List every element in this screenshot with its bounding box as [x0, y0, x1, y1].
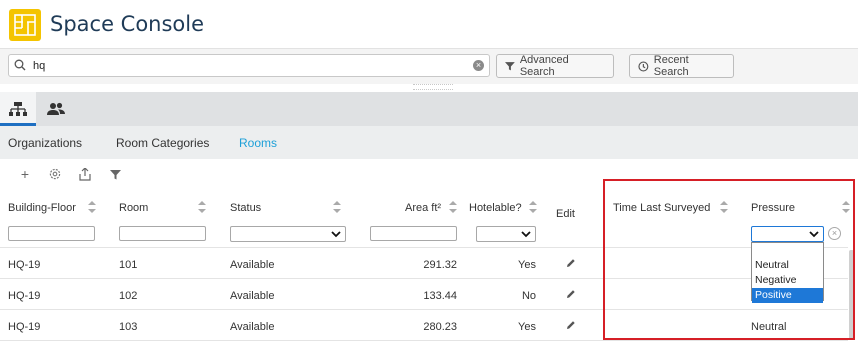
resize-grip[interactable] [413, 84, 453, 90]
cell-building-floor: HQ-19 [8, 290, 41, 302]
col-hotelable[interactable]: Hotelable? [469, 202, 522, 214]
recent-search-button[interactable]: Recent Search [629, 54, 734, 78]
tab-people[interactable] [38, 92, 74, 126]
cell-area: 133.44 [423, 290, 457, 302]
hierarchy-icon [9, 102, 27, 116]
tab-hierarchy[interactable] [0, 92, 36, 126]
filter-room-input[interactable] [119, 226, 206, 241]
cell-room: 103 [119, 321, 138, 333]
nav-organizations[interactable]: Organizations [8, 136, 82, 150]
cell-building-floor: HQ-19 [8, 259, 41, 271]
app-title: Space Console [50, 12, 205, 36]
search-bar: × Advanced Search Recent Search [0, 48, 858, 84]
sort-icon[interactable] [333, 201, 341, 213]
filter-area-input[interactable] [370, 226, 457, 241]
add-icon[interactable]: + [17, 166, 33, 182]
cell-building-floor: HQ-19 [8, 321, 41, 333]
filter-icon [505, 62, 515, 71]
tab-bar [0, 92, 858, 126]
cell-status: Available [230, 259, 275, 271]
col-status[interactable]: Status [230, 202, 261, 214]
advanced-search-label: Advanced Search [519, 54, 569, 78]
cell-area: 280.23 [423, 321, 457, 333]
filter-icon[interactable] [107, 166, 123, 182]
chevron-down-icon [331, 231, 341, 238]
filter-status-select[interactable] [230, 226, 346, 242]
filter-hotelable-select[interactable] [476, 226, 536, 242]
nav-rooms[interactable]: Rooms [239, 136, 277, 150]
row-divider [0, 340, 848, 341]
col-building-floor[interactable]: Building-Floor [8, 202, 76, 214]
col-edit: Edit [556, 208, 575, 220]
recent-search-label: Recent Search [653, 54, 689, 78]
sort-icon[interactable] [198, 201, 206, 213]
search-box: × [8, 54, 490, 77]
cell-room: 101 [119, 259, 138, 271]
people-icon [47, 102, 65, 115]
cell-hotelable: No [521, 290, 536, 302]
highlight-box [603, 179, 855, 340]
sort-icon[interactable] [88, 201, 96, 213]
col-area[interactable]: Area ft² [405, 202, 441, 214]
cell-status: Available [230, 321, 275, 333]
app-header: Space Console [0, 0, 858, 48]
clear-search-icon[interactable]: × [473, 60, 484, 71]
sort-icon[interactable] [449, 201, 457, 213]
clock-icon [638, 61, 649, 71]
export-icon[interactable] [77, 166, 93, 182]
nav-room-categories[interactable]: Room Categories [116, 136, 209, 150]
cell-hotelable: Yes [518, 321, 536, 333]
chevron-down-icon [521, 231, 531, 238]
edit-pencil-icon[interactable] [566, 258, 576, 268]
filter-building-floor-input[interactable] [8, 226, 95, 241]
sort-icon[interactable] [529, 201, 537, 213]
search-icon [14, 59, 26, 71]
cell-area: 291.32 [423, 259, 457, 271]
advanced-search-button[interactable]: Advanced Search [496, 54, 614, 78]
search-input[interactable] [33, 57, 473, 74]
col-room[interactable]: Room [119, 202, 148, 214]
edit-pencil-icon[interactable] [566, 289, 576, 299]
sub-navigation: Organizations Room Categories Rooms [0, 126, 858, 159]
cell-room: 102 [119, 290, 138, 302]
app-logo-icon [9, 9, 41, 41]
settings-icon[interactable] [47, 166, 63, 182]
cell-hotelable: Yes [518, 259, 536, 271]
edit-pencil-icon[interactable] [566, 320, 576, 330]
cell-status: Available [230, 290, 275, 302]
